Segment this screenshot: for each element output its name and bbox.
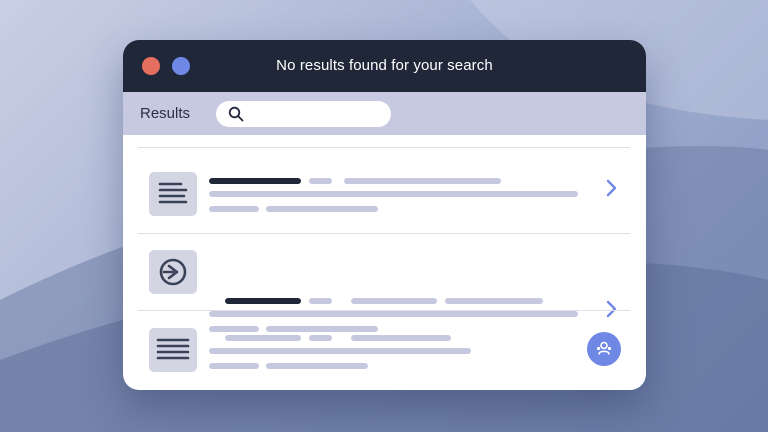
placeholder-bar (266, 206, 378, 212)
play-circle-icon (159, 258, 187, 286)
placeholder-bar (445, 298, 543, 304)
result-row[interactable] (123, 234, 646, 332)
result-row[interactable] (123, 310, 646, 386)
placeholder-bar (209, 191, 578, 197)
search-icon (228, 106, 244, 122)
placeholder-bar (309, 335, 332, 341)
toolbar: Results (123, 92, 646, 135)
placeholder-bar (351, 298, 437, 304)
result-row[interactable] (123, 156, 646, 232)
chevron-right-icon[interactable] (605, 179, 619, 197)
users-button[interactable] (587, 332, 621, 366)
placeholder-bar (209, 348, 471, 354)
search-box[interactable] (216, 101, 391, 127)
search-input[interactable] (250, 105, 380, 123)
placeholder-bar (209, 206, 259, 212)
placeholder-bar (225, 335, 301, 341)
document-lines-icon (158, 182, 188, 204)
list-divider (138, 147, 630, 148)
placeholder-bar (351, 335, 451, 341)
results-label: Results (140, 105, 191, 122)
users-icon (596, 341, 612, 355)
results-window: No results found for your search Results (123, 40, 646, 390)
title-bar: No results found for your search (123, 40, 646, 92)
document-lines-icon (156, 338, 190, 360)
placeholder-title-bar (209, 178, 301, 184)
placeholder-bar (309, 178, 332, 184)
window-title: No results found for your search (276, 57, 493, 74)
placeholder-bar (266, 363, 368, 369)
placeholder-bar (309, 298, 332, 304)
result-thumbnail (149, 328, 197, 372)
placeholder-title-bar (225, 298, 301, 304)
result-thumbnail (149, 250, 197, 294)
result-thumbnail (149, 172, 197, 216)
placeholder-bar (209, 363, 259, 369)
placeholder-bar (344, 178, 501, 184)
